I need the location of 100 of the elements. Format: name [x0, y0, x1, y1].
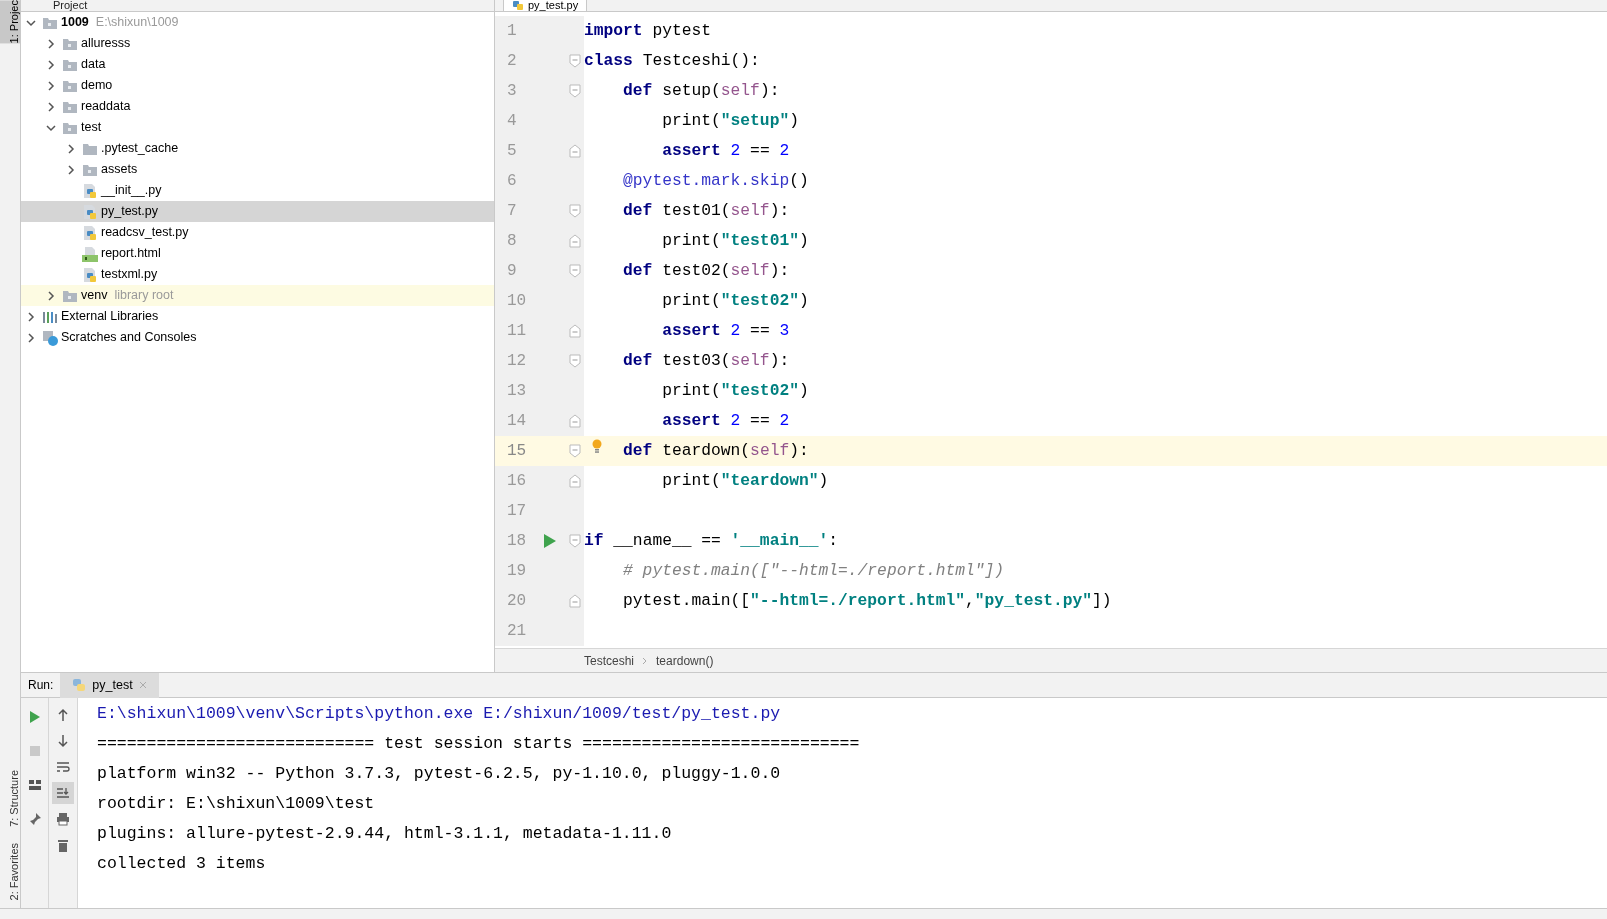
line-number: 11 [506, 321, 528, 342]
stop-icon [28, 745, 41, 757]
print-icon [56, 812, 70, 826]
code-line: print("test02") [662, 379, 809, 402]
tree-item[interactable]: py_test.py [21, 201, 494, 222]
code-line: class Testceshi(): [584, 49, 760, 72]
run-icon[interactable] [543, 533, 557, 549]
folder-icon [62, 57, 78, 72]
folder-icon [62, 288, 78, 303]
tree-item[interactable]: readdata [21, 96, 494, 117]
python-file-icon [82, 224, 98, 241]
code-line: pytest.main(["--html=./report.html","py_test.py"]) [623, 589, 1112, 612]
code-line: def setup(self): [623, 79, 780, 102]
tree-label: data [81, 56, 106, 74]
folder-icon [62, 78, 78, 93]
code-line: assert 2 == 2 [662, 139, 790, 162]
folder-icon [62, 120, 78, 135]
run-label: Run: [27, 677, 55, 694]
console-line: E:\shixun\1009\venv\Scripts\python.exe E:/shixun/1009/test/py_test.py [97, 703, 782, 725]
line-number: 7 [506, 201, 518, 222]
fold-icon[interactable] [568, 474, 581, 488]
tree-item[interactable]: 1009 E:\shixun\1009 [21, 12, 494, 33]
code-line: assert 2 == 2 [662, 409, 790, 432]
line-number: 10 [506, 291, 528, 312]
code-line: def test02(self): [623, 259, 790, 282]
tree-item[interactable]: __init__.py [21, 180, 494, 201]
fold-icon[interactable] [568, 264, 581, 278]
lightbulb-icon[interactable] [592, 439, 602, 453]
tab-label: py_test.py [528, 0, 579, 11]
tree-item[interactable]: data [21, 54, 494, 75]
code-line: print("test01") [662, 229, 809, 252]
line-number: 5 [506, 141, 518, 162]
tree-label: demo [81, 77, 113, 95]
close-icon [138, 681, 147, 689]
tree-label: testxml.py [101, 266, 158, 284]
code-line: def teardown(self): [623, 439, 809, 462]
fold-icon[interactable] [568, 54, 581, 68]
tree-item[interactable]: External Libraries [21, 306, 494, 327]
line-number: 19 [506, 561, 528, 582]
console-line: ============================ test session starts ============================ [97, 733, 861, 755]
fold-icon[interactable] [568, 324, 581, 338]
code-line: if __name__ == '__main__': [584, 529, 839, 552]
scroll-to-end-icon [56, 787, 70, 799]
tree-item[interactable]: assets [21, 159, 494, 180]
tree-hint: E:\shixun\1009 [95, 14, 179, 32]
code-line: print("setup") [662, 109, 799, 132]
layout-icon [27, 779, 42, 791]
editor-tab[interactable]: py_test.py [503, 0, 588, 11]
breadcrumb[interactable]: Testceshi [584, 651, 635, 670]
console-line: collected 3 items [97, 853, 267, 875]
side-tab[interactable]: 1: Projec [0, 0, 20, 44]
tree-label: report.html [101, 245, 161, 263]
fold-icon[interactable] [568, 594, 581, 608]
scroll-to-end-button[interactable] [52, 782, 74, 804]
fold-icon[interactable] [568, 144, 581, 158]
fold-icon[interactable] [568, 414, 581, 428]
tree-label: alluresss [81, 35, 131, 53]
side-tab[interactable]: 2: Favorites [0, 842, 20, 900]
tree-label: __init__.py [101, 182, 162, 200]
tree-item[interactable]: demo [21, 75, 494, 96]
tree-item[interactable]: alluresss [21, 33, 494, 54]
tree-label: 1009 [61, 14, 89, 32]
fold-icon[interactable] [568, 84, 581, 98]
fold-icon[interactable] [568, 204, 581, 218]
fold-icon[interactable] [568, 444, 581, 458]
breadcrumb[interactable]: teardown() [656, 651, 714, 670]
tree-item[interactable]: Scratches and Consoles [21, 327, 494, 348]
code-line: print("teardown") [662, 469, 829, 492]
scratches-icon [42, 329, 58, 346]
line-number: 14 [506, 411, 528, 432]
tree-item[interactable]: test [21, 117, 494, 138]
library-icon [42, 309, 58, 324]
code-line: # pytest.main(["--html=./report.html"]) [623, 559, 1005, 582]
tree-item[interactable]: readcsv_test.py [21, 222, 494, 243]
line-number: 20 [506, 591, 528, 612]
fold-icon[interactable] [568, 354, 581, 368]
python-file-icon [82, 203, 98, 220]
tree-item[interactable]: testxml.py [21, 264, 494, 285]
line-number: 18 [506, 531, 528, 552]
run-icon [28, 710, 41, 724]
delete-icon [57, 838, 69, 852]
tree-label: Scratches and Consoles [61, 329, 197, 347]
line-number: 2 [506, 51, 518, 72]
code-line: import pytest [584, 19, 712, 42]
line-number: 6 [506, 171, 518, 192]
side-tab[interactable]: 7: Structure [0, 769, 20, 827]
tree-item[interactable]: report.html [21, 243, 494, 264]
run-tab[interactable]: py_test [60, 672, 159, 698]
folder-icon [82, 141, 98, 156]
line-number: 8 [506, 231, 518, 252]
tree-hint: library root [114, 287, 174, 305]
panel-title: Project [53, 0, 88, 11]
fold-icon[interactable] [568, 534, 581, 548]
tree-item[interactable]: .pytest_cache [21, 138, 494, 159]
tree-label: py_test.py [101, 203, 158, 221]
folder-icon [42, 15, 58, 30]
tree-item[interactable]: venv library root [21, 285, 494, 306]
line-number: 1 [506, 21, 518, 42]
folder-icon [82, 162, 98, 177]
fold-icon[interactable] [568, 234, 581, 248]
